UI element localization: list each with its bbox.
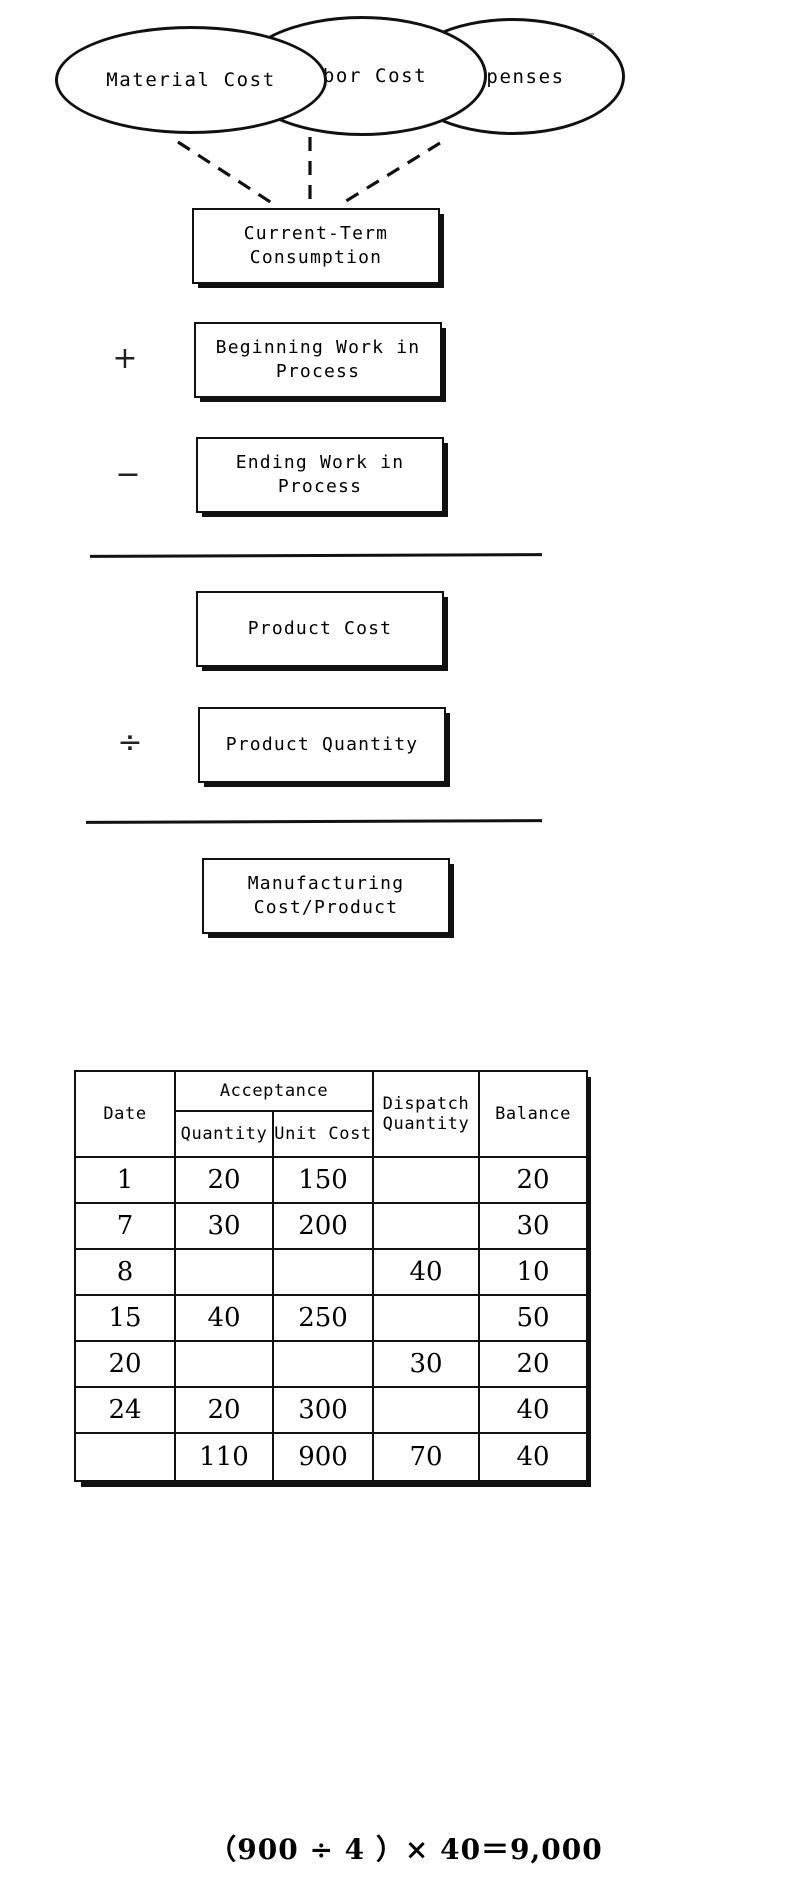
box-manufacturing-cost-per-product: Manufacturing Cost/Product [202,858,450,934]
connector-expenses-icon [337,141,441,208]
box-product-cost-label: Product Cost [247,617,393,639]
box-product-quantity: Product Quantity [198,707,446,783]
table-header-row-1: Date Acceptance Dispatch Quantity Balance [74,1070,589,1158]
operator-divide: ÷ [117,725,143,760]
table-row: 15 40 250 50 [74,1294,589,1342]
total-quantity: 110 [174,1432,274,1482]
cell-unit-cost: 150 [271,1156,375,1204]
cell-date: 24 [74,1386,176,1434]
cell-quantity [174,1340,274,1388]
table-row: 20 30 20 [74,1340,589,1388]
inventory-ledger-table: Date Acceptance Dispatch Quantity Balance… [74,1070,589,1482]
cell-quantity [174,1248,274,1296]
table-row: 7 30 200 30 [74,1202,589,1250]
cell-date: 15 [74,1294,176,1342]
ellipse-material-cost-label: Material Cost [106,69,276,91]
cell-date: 7 [74,1202,176,1250]
cell-unit-cost: 250 [271,1294,375,1342]
cell-balance: 30 [478,1202,589,1250]
table-row: 8 40 10 [74,1248,589,1296]
formula-caption: （900 ÷ 4 ）× 40＝9,000 [208,1833,603,1866]
box-beginning-work-in-process: Beginning Work in Process [194,322,442,398]
box-product-quantity-label: Product Quantity [225,733,419,755]
total-balance: 40 [478,1432,589,1482]
header-dispatch-quantity: Dispatch Quantity [372,1070,481,1158]
cell-unit-cost: 300 [271,1386,375,1434]
cell-balance: 10 [478,1248,589,1296]
cell-unit-cost [271,1340,375,1388]
cell-dispatch [372,1386,481,1434]
connector-lines [177,137,441,208]
header-acceptance: Acceptance [173,1070,375,1112]
table-total-row: 110 900 70 40 [74,1432,589,1482]
table-row: 24 20 300 40 [74,1386,589,1434]
cell-date: 1 [74,1156,176,1204]
cell-quantity: 30 [174,1202,274,1250]
ellipse-material-cost: Material Cost [55,26,327,134]
cell-quantity: 20 [174,1156,274,1204]
box-ending-work-in-process-label: Ending Work in Process [235,451,405,497]
box-manufacturing-cost-per-product-label: Manufacturing Cost/Product [247,872,405,918]
total-date [74,1432,176,1482]
cell-dispatch [372,1156,481,1204]
box-current-term-consumption-label: Current-Term Consumption [243,222,389,268]
cell-balance: 40 [478,1386,589,1434]
cell-date: 20 [74,1340,176,1388]
header-quantity: Quantity [174,1110,274,1158]
header-date: Date [74,1070,176,1158]
cell-dispatch [372,1294,481,1342]
cell-balance: 20 [478,1156,589,1204]
cell-dispatch: 30 [372,1340,481,1388]
cell-quantity: 40 [174,1294,274,1342]
divider-line-lower [85,819,543,824]
cell-balance: 50 [478,1294,589,1342]
cell-unit-cost: 200 [271,1202,375,1250]
operator-plus: + [112,341,138,376]
cell-date: 8 [74,1248,176,1296]
table-row: 1 20 150 20 [74,1156,589,1204]
header-unit-cost: Unit Cost [271,1110,375,1158]
total-unit-cost: 900 [271,1432,375,1482]
box-ending-work-in-process: Ending Work in Process [196,437,444,513]
operator-minus: − [115,457,141,492]
box-product-cost: Product Cost [196,591,444,667]
header-balance: Balance [478,1070,589,1158]
total-dispatch: 70 [372,1432,481,1482]
cell-dispatch: 40 [372,1248,481,1296]
cell-balance: 20 [478,1340,589,1388]
cell-dispatch [372,1202,481,1250]
connector-material-icon [177,140,276,207]
box-beginning-work-in-process-label: Beginning Work in Process [215,336,421,382]
cell-unit-cost [271,1248,375,1296]
cell-quantity: 20 [174,1386,274,1434]
divider-line-upper [89,553,543,558]
